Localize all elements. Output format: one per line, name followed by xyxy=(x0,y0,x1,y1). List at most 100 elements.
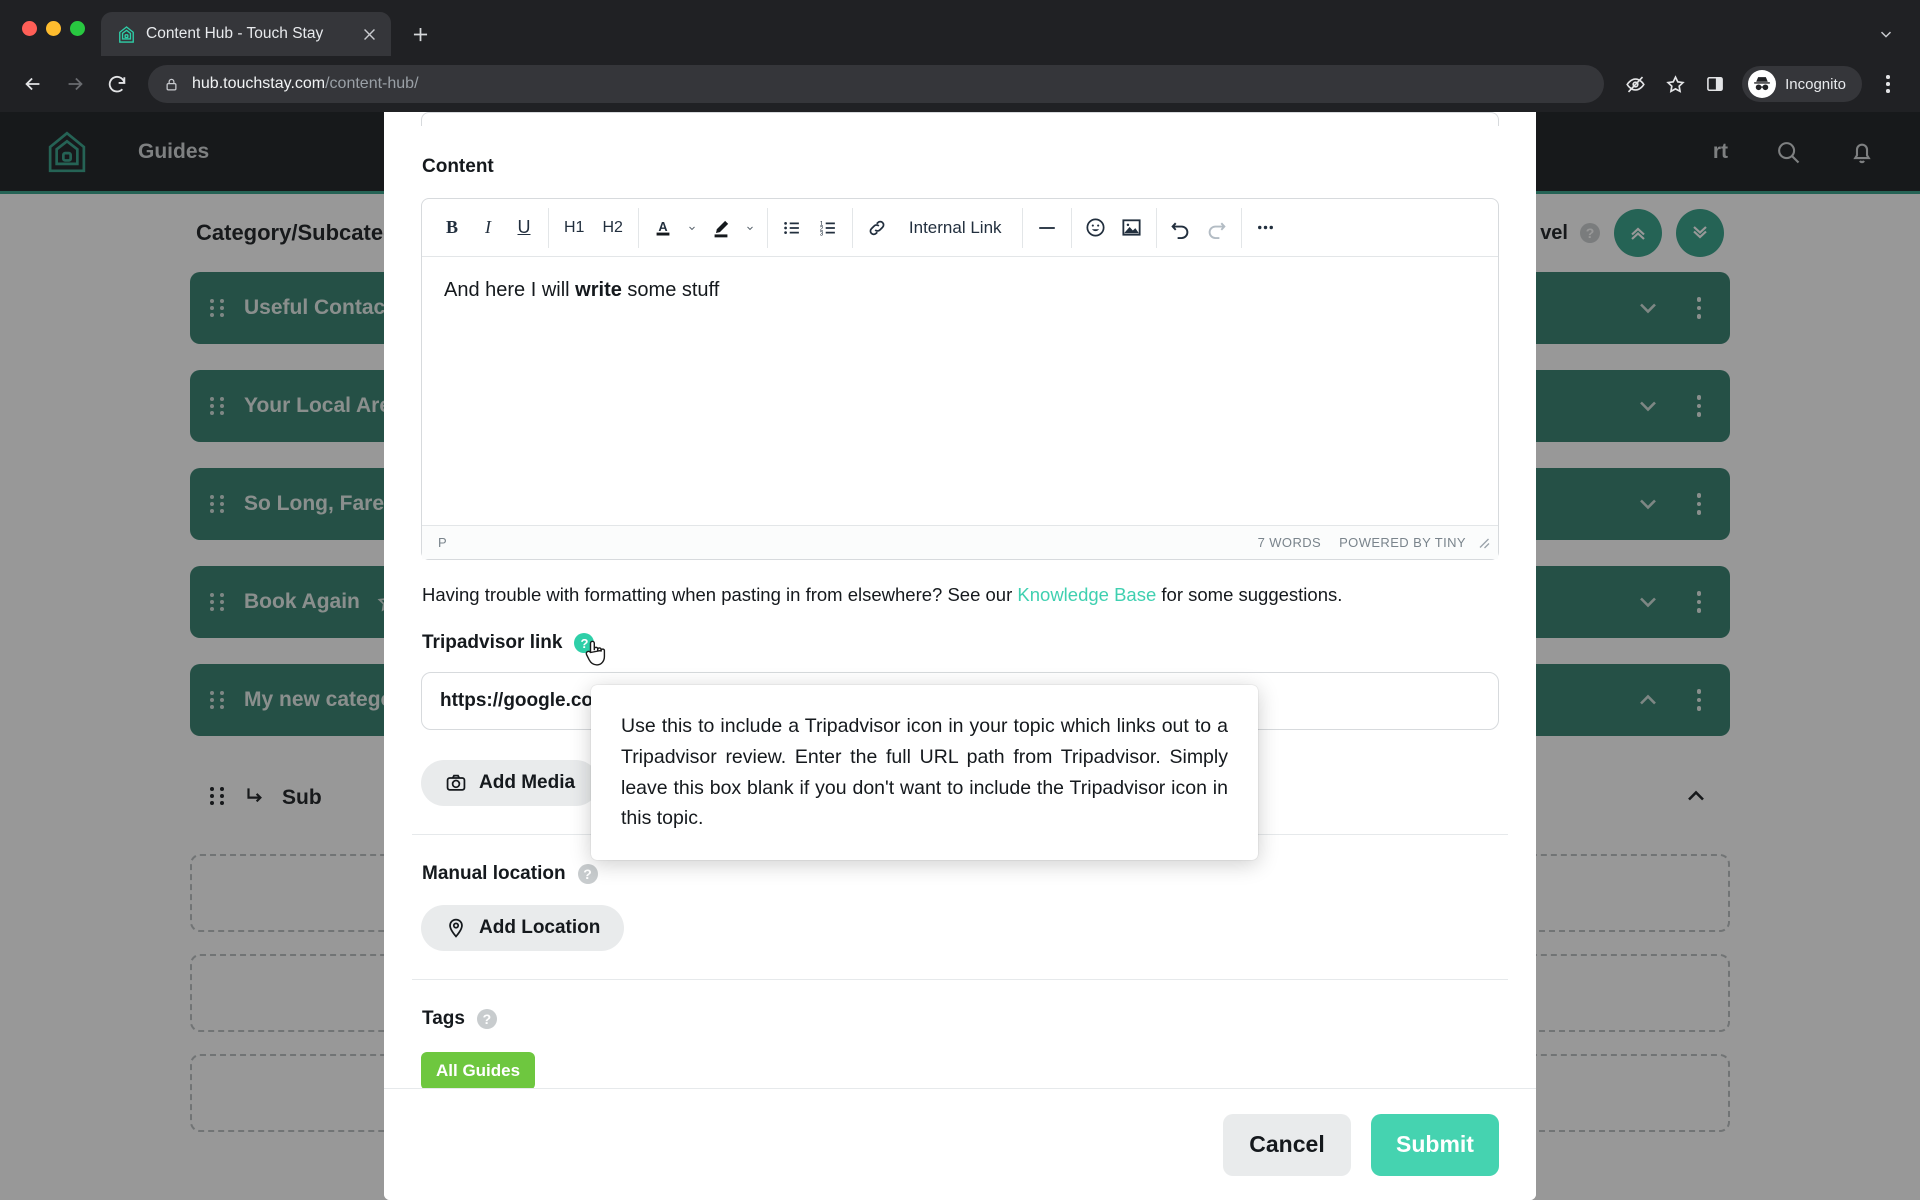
chevron-down-icon[interactable] xyxy=(739,210,761,246)
undo-icon[interactable] xyxy=(1163,210,1199,246)
camera-icon xyxy=(445,772,467,794)
toolbar-group-headings: H1 H2 xyxy=(549,207,639,248)
numbered-list-icon[interactable]: 1 2 3 xyxy=(810,210,846,246)
close-window-button[interactable] xyxy=(22,20,37,36)
toolbar-group-style: B I U xyxy=(428,207,549,248)
window-traffic-lights xyxy=(14,0,97,56)
editor-content-area[interactable]: And here I will write some stuff xyxy=(422,257,1498,525)
toolbar-group-insert xyxy=(1072,207,1157,248)
new-tab-button[interactable] xyxy=(403,17,437,51)
tag-chip[interactable]: All Guides xyxy=(421,1052,536,1090)
modal-body: Content B I U H1 H2 A 1 2 3 Internal Lin… xyxy=(384,112,1536,1090)
text-color-icon[interactable]: A xyxy=(645,210,681,246)
editor-status-bar: P 7 WORDS POWERED BY TINY xyxy=(422,525,1498,559)
tripadvisor-help-tooltip: Use this to include a Tripadvisor icon i… xyxy=(591,685,1258,861)
editor-toolbar: B I U H1 H2 A 1 2 3 Internal Link xyxy=(422,199,1498,257)
topic-edit-modal: Content B I U H1 H2 A 1 2 3 Internal Lin… xyxy=(384,112,1536,1200)
tags-section: Tags ? All Guides xyxy=(412,980,1508,1090)
manual-location-label-text: Manual location xyxy=(422,863,566,884)
omnibox-actions: Incognito xyxy=(1616,65,1906,103)
map-pin-icon xyxy=(445,917,467,939)
add-media-button[interactable]: Add Media xyxy=(421,760,600,806)
browser-tab[interactable]: Content Hub - Touch Stay xyxy=(101,12,391,56)
forward-arrow-icon[interactable] xyxy=(56,65,94,103)
formatting-help-text: Having trouble with formatting when past… xyxy=(422,584,1508,606)
resize-grip-icon[interactable] xyxy=(1476,535,1492,551)
link-icon[interactable] xyxy=(859,210,895,246)
toolbar-group-rule xyxy=(1023,207,1072,248)
back-arrow-icon[interactable] xyxy=(14,65,52,103)
profile-label: Incognito xyxy=(1785,75,1846,93)
redo-icon[interactable] xyxy=(1199,210,1235,246)
internal-link-button[interactable]: Internal Link xyxy=(895,210,1016,246)
emoji-icon[interactable] xyxy=(1078,210,1114,246)
page-viewport: Guides rt Category/Subcateg vel ? Useful… xyxy=(0,112,1920,1200)
address-bar-url: hub.touchstay.com/content-hub/ xyxy=(192,75,419,93)
help-circle-icon[interactable]: ? xyxy=(577,864,598,884)
toolbar-group-history xyxy=(1157,207,1242,248)
underline-button[interactable]: U xyxy=(506,210,542,246)
minimize-window-button[interactable] xyxy=(46,20,61,36)
tripadvisor-input-value: https://google.com xyxy=(440,690,610,711)
reload-icon[interactable] xyxy=(98,65,136,103)
editor-text-bold: write xyxy=(575,279,622,301)
bold-button[interactable]: B xyxy=(434,210,470,246)
highlight-pen-icon[interactable] xyxy=(703,210,739,246)
cancel-button[interactable]: Cancel xyxy=(1223,1113,1351,1176)
add-location-button[interactable]: Add Location xyxy=(421,905,625,951)
help-circle-icon[interactable]: ? xyxy=(574,633,595,653)
toolbar-group-link: Internal Link xyxy=(853,207,1023,248)
horizontal-rule-icon[interactable] xyxy=(1029,210,1065,246)
kebab-menu-icon[interactable] xyxy=(1870,66,1906,102)
chevron-down-icon[interactable] xyxy=(1866,12,1906,56)
tooltip-text: Use this to include a Tripadvisor icon i… xyxy=(621,715,1228,830)
url-host: hub.touchstay.com xyxy=(192,75,326,92)
close-icon[interactable] xyxy=(357,22,381,46)
tab-title: Content Hub - Touch Stay xyxy=(146,25,324,42)
help-circle-icon[interactable]: ? xyxy=(476,1009,497,1029)
svg-text:3: 3 xyxy=(820,230,824,237)
address-bar[interactable]: hub.touchstay.com/content-hub/ xyxy=(148,65,1605,103)
content-label-text: Content xyxy=(422,156,494,177)
rich-text-editor: B I U H1 H2 A 1 2 3 Internal Link And he… xyxy=(421,198,1499,560)
modal-footer: Cancel Submit xyxy=(384,1088,1536,1200)
toolbar-group-more xyxy=(1242,208,1290,248)
editor-text-after: some stuff xyxy=(621,279,720,301)
tags-label-text: Tags xyxy=(422,1008,465,1029)
profile-incognito-indicator[interactable]: Incognito xyxy=(1742,66,1862,102)
browser-navigation-bar: hub.touchstay.com/content-hub/ Incognito xyxy=(0,56,1920,112)
toolbar-group-colors: A xyxy=(639,207,768,248)
star-outline-icon[interactable] xyxy=(1656,65,1694,103)
manual-location-label: Manual location ? xyxy=(422,863,1499,885)
format-help-before: Having trouble with formatting when past… xyxy=(422,584,1018,605)
submit-button[interactable]: Submit xyxy=(1371,1113,1499,1176)
editor-branding: POWERED BY TINY xyxy=(1339,535,1466,550)
tab-strip: Content Hub - Touch Stay xyxy=(0,0,1920,56)
incognito-avatar-icon xyxy=(1748,70,1777,98)
chevron-down-icon[interactable] xyxy=(681,210,703,246)
italic-button[interactable]: I xyxy=(470,210,506,246)
element-path[interactable]: P xyxy=(438,535,447,550)
add-media-label: Add Media xyxy=(479,772,576,793)
bullet-list-icon[interactable] xyxy=(774,210,810,246)
tags-label: Tags ? xyxy=(422,1008,1499,1030)
knowledge-base-link[interactable]: Knowledge Base xyxy=(1017,584,1156,605)
word-count: 7 WORDS xyxy=(1257,535,1322,550)
browser-chrome: Content Hub - Touch Stay hub.touchstay.c… xyxy=(0,0,1920,112)
url-path: /content-hub/ xyxy=(325,75,419,92)
title-field-partial[interactable] xyxy=(421,112,1499,126)
tripadvisor-label-text: Tripadvisor link xyxy=(422,632,563,653)
heading-2-button[interactable]: H2 xyxy=(593,210,631,246)
side-panel-icon[interactable] xyxy=(1696,65,1734,103)
tripadvisor-field-label: Tripadvisor link ? xyxy=(422,632,1508,666)
content-field-label: Content xyxy=(422,156,1508,178)
editor-text-before: And here I will xyxy=(444,279,576,301)
heading-1-button[interactable]: H1 xyxy=(555,210,593,246)
eye-slash-icon[interactable] xyxy=(1616,65,1654,103)
maximize-window-button[interactable] xyxy=(70,20,85,36)
image-icon[interactable] xyxy=(1114,210,1150,246)
more-ellipsis-icon[interactable] xyxy=(1248,210,1284,246)
toolbar-group-lists: 1 2 3 xyxy=(768,207,853,248)
tag-chip-list: All Guides xyxy=(421,1052,1499,1090)
house-logo-icon xyxy=(117,25,136,44)
